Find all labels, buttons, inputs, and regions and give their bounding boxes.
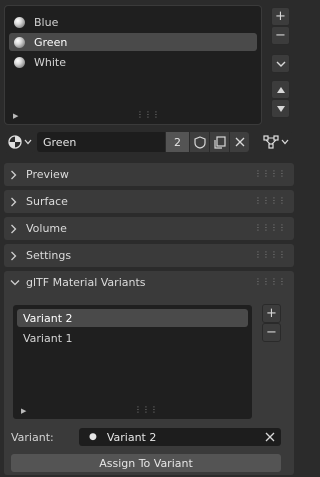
chevron-right-icon xyxy=(10,197,26,207)
panel-title: glTF Material Variants xyxy=(26,276,146,289)
add-material-slot-button[interactable]: + xyxy=(271,7,290,26)
material-selector-row: Green 2 xyxy=(4,131,294,153)
chevron-right-icon xyxy=(10,170,26,180)
close-icon xyxy=(235,137,244,147)
remove-material-slot-button[interactable]: − xyxy=(271,26,290,45)
gltf-variants-panel-body: Variant 2 Variant 1 ▶ ⋮⋮⋮ + − Variant: ●… xyxy=(4,294,294,475)
remove-variant-button[interactable]: − xyxy=(262,323,281,342)
material-slot-label: Blue xyxy=(34,15,59,29)
panel-settings-header[interactable]: Settings ⋮⋮⋮⋮ xyxy=(4,244,294,267)
list-filter-toggle-icon[interactable]: ▶ xyxy=(21,407,26,415)
list-resize-grip-icon[interactable]: ⋮⋮⋮ xyxy=(136,111,160,119)
material-slot-row[interactable]: Green xyxy=(9,33,257,51)
panel-title: Preview xyxy=(26,168,69,181)
panel-gltf-variants-header[interactable]: glTF Material Variants ⋮⋮⋮⋮ xyxy=(4,271,294,294)
chevron-down-icon xyxy=(281,139,289,145)
chevron-down-icon xyxy=(24,139,31,145)
panel-surface-header[interactable]: Surface ⋮⋮⋮⋮ xyxy=(4,190,294,213)
shield-icon xyxy=(193,135,206,149)
material-slot-row[interactable]: Blue xyxy=(9,13,257,31)
material-slot-label: Green xyxy=(34,35,68,49)
panel-title: Surface xyxy=(26,195,68,208)
users-count-text: 2 xyxy=(174,135,181,149)
duplicate-icon xyxy=(214,135,226,149)
panel-drag-grip-icon[interactable]: ⋮⋮⋮⋮ xyxy=(254,224,286,232)
panel-title: Volume xyxy=(26,222,67,235)
panel-drag-grip-icon[interactable]: ⋮⋮⋮⋮ xyxy=(254,170,286,178)
slot-link-menu-button[interactable] xyxy=(258,132,294,152)
variant-field-value: Variant 2 xyxy=(106,430,157,444)
material-name-field[interactable]: Green xyxy=(37,132,165,152)
triangle-up-icon xyxy=(276,86,285,93)
panel-drag-grip-icon[interactable]: ⋮⋮⋮⋮ xyxy=(254,197,286,205)
assign-to-variant-button[interactable]: Assign To Variant xyxy=(11,454,281,472)
variant-label: Variant 1 xyxy=(23,331,73,345)
bullet-dot-icon: ● xyxy=(89,432,97,442)
minus-icon: − xyxy=(266,325,277,340)
panel-drag-grip-icon[interactable]: ⋮⋮⋮⋮ xyxy=(254,278,286,286)
panel-title: Settings xyxy=(26,249,72,262)
material-specials-menu-button[interactable] xyxy=(271,54,290,73)
variant-list-item[interactable]: Variant 1 xyxy=(17,329,248,347)
variant-list[interactable]: Variant 2 Variant 1 ▶ ⋮⋮⋮ xyxy=(12,304,253,420)
fake-user-button[interactable] xyxy=(190,132,209,152)
material-users-count[interactable]: 2 xyxy=(166,132,189,152)
node-link-icon xyxy=(263,135,279,149)
browse-material-button[interactable] xyxy=(4,131,35,153)
unlink-material-button[interactable] xyxy=(230,132,249,152)
add-variant-button[interactable]: + xyxy=(262,304,281,323)
variant-selector-field[interactable]: ● Variant 2 xyxy=(79,428,281,446)
variant-label: Variant 2 xyxy=(23,311,73,325)
material-name-text: Green xyxy=(43,135,77,149)
plus-icon: + xyxy=(266,306,277,321)
list-filter-toggle-icon[interactable]: ▶ xyxy=(13,112,18,120)
material-slot-label: White xyxy=(34,55,66,69)
triangle-down-icon xyxy=(276,105,285,112)
material-sphere-icon xyxy=(14,16,25,28)
variant-field-label: Variant: xyxy=(11,431,54,444)
assign-button-label: Assign To Variant xyxy=(99,456,193,470)
panel-preview-header[interactable]: Preview ⋮⋮⋮⋮ xyxy=(4,163,294,186)
material-slot-row[interactable]: White xyxy=(9,53,257,71)
new-material-button[interactable] xyxy=(210,132,229,152)
variant-list-item[interactable]: Variant 2 xyxy=(17,309,248,327)
move-slot-down-button[interactable] xyxy=(271,99,290,118)
material-sphere-icon xyxy=(14,36,25,48)
chevron-down-icon xyxy=(10,279,26,286)
list-resize-grip-icon[interactable]: ⋮⋮⋮ xyxy=(134,406,158,414)
panel-drag-grip-icon[interactable]: ⋮⋮⋮⋮ xyxy=(254,251,286,259)
plus-icon: + xyxy=(275,9,286,24)
material-browse-icon xyxy=(7,135,22,149)
chevron-down-icon xyxy=(276,61,285,67)
chevron-right-icon xyxy=(10,224,26,234)
chevron-right-icon xyxy=(10,251,26,261)
panel-volume-header[interactable]: Volume ⋮⋮⋮⋮ xyxy=(4,217,294,240)
material-sphere-icon xyxy=(14,56,25,68)
material-slot-list[interactable]: Blue Green White ▶ ⋮⋮⋮ xyxy=(4,5,262,125)
minus-icon: − xyxy=(275,28,286,43)
clear-variant-icon[interactable] xyxy=(265,432,275,445)
move-slot-up-button[interactable] xyxy=(271,80,290,99)
